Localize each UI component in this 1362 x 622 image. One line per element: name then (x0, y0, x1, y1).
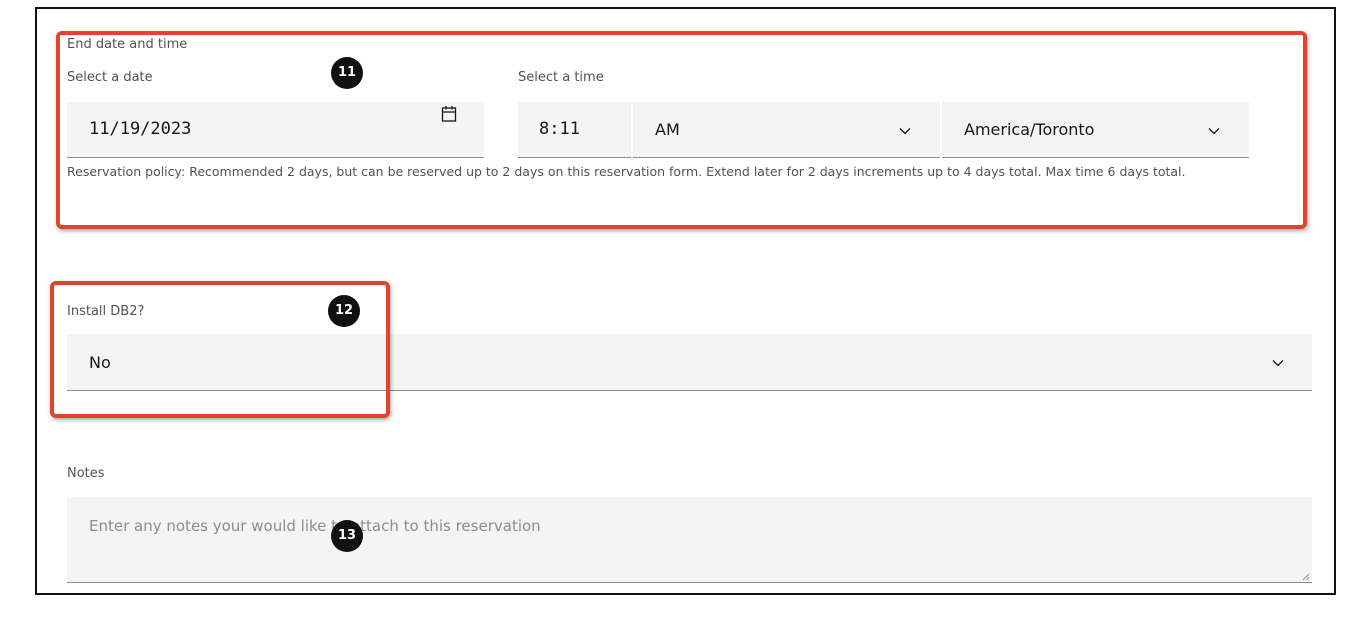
annotation-badge-13: 13 (331, 520, 363, 552)
date-value: 11/19/2023 (89, 119, 192, 139)
ampm-value: AM (655, 120, 680, 139)
install-db2-label: Install DB2? (67, 304, 145, 319)
time-label: Select a time (518, 70, 604, 85)
annotation-badge-12: 12 (328, 295, 360, 327)
chevron-down-icon (899, 128, 911, 135)
date-label: Select a date (67, 70, 153, 85)
time-value: 8:11 (539, 119, 580, 139)
chevron-down-icon (1272, 360, 1284, 367)
end-datetime-heading: End date and time (67, 37, 188, 52)
annotation-badge-11: 11 (331, 57, 363, 89)
reservation-policy-text: Reservation policy: Recommended 2 days, … (67, 164, 1186, 179)
install-db2-value: No (89, 353, 111, 372)
date-input[interactable]: 11/19/2023 (67, 102, 484, 158)
timezone-select[interactable]: America/Toronto (942, 102, 1249, 158)
notes-textarea[interactable] (67, 497, 1312, 583)
notes-label: Notes (67, 466, 105, 481)
timezone-value: America/Toronto (964, 120, 1095, 139)
time-input[interactable]: 8:11 (518, 102, 631, 158)
resize-handle-icon[interactable] (1302, 573, 1310, 581)
calendar-icon[interactable] (441, 105, 457, 123)
chevron-down-icon (1208, 128, 1220, 135)
ampm-select[interactable]: AM (633, 102, 940, 158)
install-db2-select[interactable]: No (67, 334, 1312, 391)
